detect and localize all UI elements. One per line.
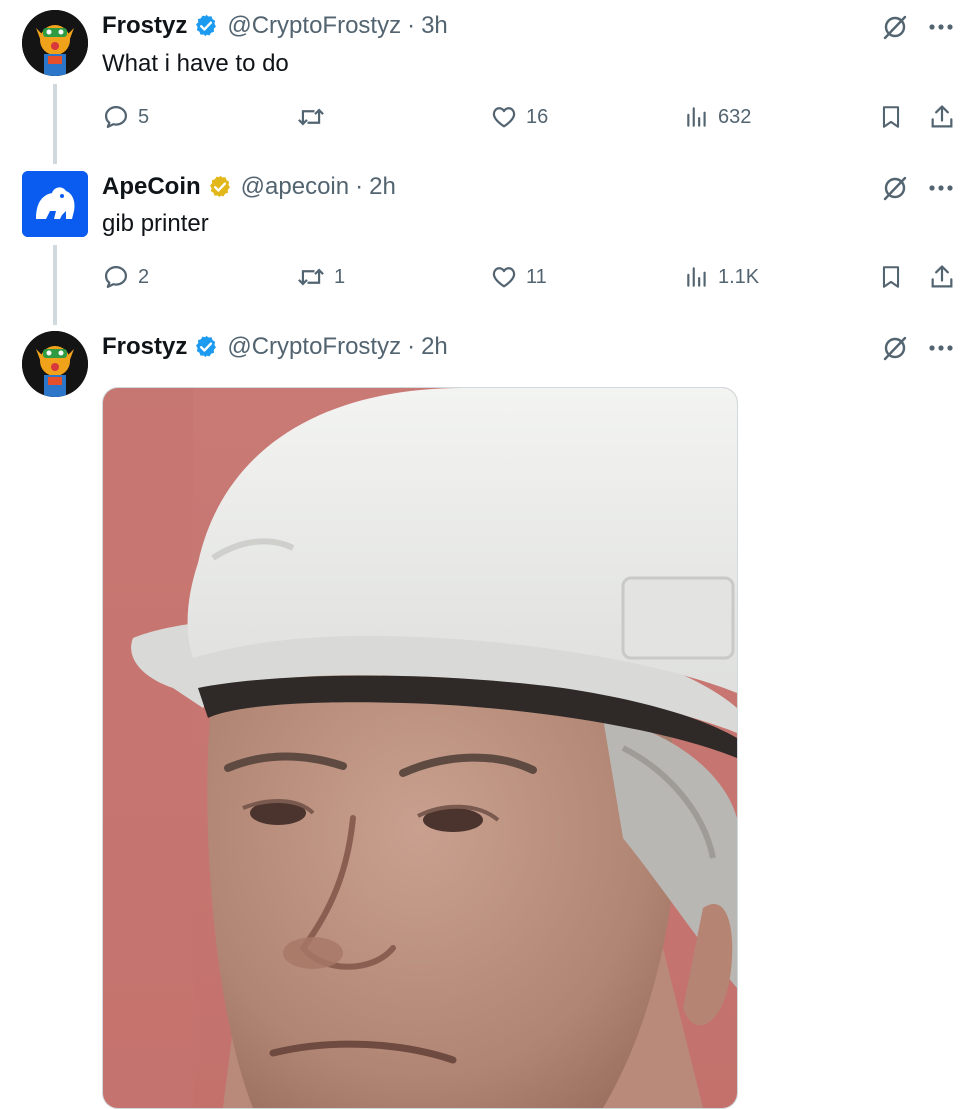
tweet-media-image[interactable]: [102, 387, 738, 1109]
tweet-time[interactable]: 2h: [421, 333, 448, 361]
more-icon[interactable]: [926, 173, 956, 203]
verified-badge-icon[interactable]: [193, 13, 219, 39]
like-button[interactable]: 16: [490, 99, 548, 135]
share-icon: [928, 102, 956, 132]
reply-count: 2: [138, 265, 150, 288]
repost-button[interactable]: 1: [296, 259, 345, 295]
share-icon: [928, 262, 956, 292]
repost-button[interactable]: [296, 99, 334, 135]
grok-icon[interactable]: [880, 333, 910, 363]
author-name[interactable]: ApeCoin: [102, 173, 201, 201]
verified-gold-badge-icon[interactable]: [207, 174, 233, 200]
reply-button[interactable]: 2: [102, 259, 149, 295]
bookmark-icon: [878, 102, 904, 132]
tweet-top-actions: [880, 333, 956, 363]
thread-line: [53, 245, 57, 325]
like-icon: [490, 263, 518, 291]
frostyz-avatar[interactable]: [22, 10, 88, 76]
views-icon: [684, 263, 710, 291]
views-button[interactable]: 1.1K: [684, 259, 759, 295]
author-handle[interactable]: @CryptoFrostyz: [227, 12, 401, 40]
like-count: 16: [526, 105, 549, 128]
views-button[interactable]: 632: [684, 99, 751, 135]
author-handle[interactable]: @CryptoFrostyz: [227, 333, 401, 361]
tweet-actions: 5 16 632: [102, 99, 962, 135]
more-icon[interactable]: [926, 12, 956, 42]
thread-line: [53, 84, 57, 164]
author-handle[interactable]: @apecoin: [241, 173, 349, 201]
share-button[interactable]: [928, 99, 956, 135]
like-button[interactable]: 11: [490, 259, 547, 295]
tweet-header: ApeCoin @apecoin · 2h: [102, 171, 396, 203]
tweet-header: Frostyz @CryptoFrostyz · 3h: [102, 10, 448, 42]
bookmark-button[interactable]: [878, 99, 904, 135]
views-count: 1.1K: [718, 265, 760, 288]
tweet-top-actions: [880, 173, 956, 203]
reply-count: 5: [138, 105, 150, 128]
author-name[interactable]: Frostyz: [102, 333, 187, 361]
separator-dot: ·: [407, 333, 416, 360]
bookmark-icon: [878, 262, 904, 292]
separator-dot: ·: [407, 12, 416, 39]
grok-icon[interactable]: [880, 12, 910, 42]
tweet-time[interactable]: 2h: [369, 173, 396, 201]
repost-count: 1: [334, 265, 346, 288]
frostyz-avatar[interactable]: [22, 331, 88, 397]
like-count: 11: [526, 265, 547, 288]
tweet-time[interactable]: 3h: [421, 12, 448, 40]
author-name[interactable]: Frostyz: [102, 12, 187, 40]
verified-badge-icon[interactable]: [193, 334, 219, 360]
share-button[interactable]: [928, 259, 956, 295]
more-icon[interactable]: [926, 333, 956, 363]
tweet-text: What i have to do: [102, 50, 289, 77]
separator-dot: ·: [355, 173, 364, 200]
grok-icon[interactable]: [880, 173, 910, 203]
bookmark-button[interactable]: [878, 259, 904, 295]
reply-button[interactable]: 5: [102, 99, 149, 135]
tweet-1[interactable]: Frostyz @CryptoFrostyz · 3h What i have …: [0, 0, 980, 165]
apecoin-avatar[interactable]: [22, 171, 88, 237]
tweet-actions: 2 1 11 1.1K: [102, 259, 962, 295]
views-count: 632: [718, 105, 752, 128]
reply-icon: [102, 103, 130, 131]
views-icon: [684, 103, 710, 131]
tweet-2[interactable]: ApeCoin @apecoin · 2h gib printer 2 1 11: [0, 165, 980, 325]
repost-icon: [296, 263, 326, 291]
tweet-text: gib printer: [102, 210, 209, 237]
tweet-top-actions: [880, 12, 956, 42]
repost-icon: [296, 103, 326, 131]
like-icon: [490, 103, 518, 131]
reply-icon: [102, 263, 130, 291]
tweet-header: Frostyz @CryptoFrostyz · 2h: [102, 331, 448, 363]
